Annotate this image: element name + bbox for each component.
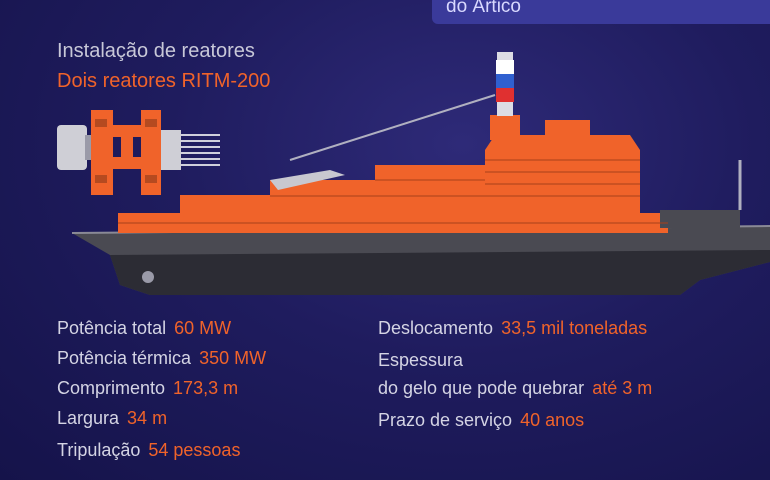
spec-value: 350 MW [199, 348, 267, 368]
header-text: do Ártico [446, 0, 521, 17]
spec-row: Potência térmica 350 MW [57, 348, 266, 369]
spec-label: Prazo de serviço [378, 410, 513, 430]
spec-value: 40 anos [520, 410, 585, 430]
spec-label: Deslocamento [378, 318, 494, 338]
spec-row: Comprimento 173,3 m [57, 378, 238, 399]
icebreaker-ship [71, 52, 770, 295]
spec-label: Tripulação [57, 440, 141, 460]
spec-row: Largura 34 m [57, 408, 167, 429]
spec-value: 54 pessoas [148, 440, 241, 460]
spec-label: Comprimento [57, 378, 166, 398]
spec-row: Potência total 60 MW [57, 318, 231, 339]
spec-row: Tripulação 54 pessoas [57, 440, 240, 461]
spec-row: Deslocamento 33,5 mil toneladas [378, 318, 647, 339]
spec-value: 34 m [127, 408, 168, 428]
spec-value: até 3 m [592, 378, 653, 398]
spec-label-ice-line1: Espessura [378, 350, 464, 370]
spec-label: Potência térmica [57, 348, 192, 368]
header-box: do Ártico [432, 0, 770, 24]
spec-label: Largura [57, 408, 120, 428]
spec-row: do gelo que pode quebrar até 3 m [378, 378, 652, 399]
spec-label: do gelo que pode quebrar [378, 378, 585, 398]
spec-label: Potência total [57, 318, 167, 338]
spec-row: Prazo de serviço 40 anos [378, 410, 584, 431]
spec-value: 60 MW [174, 318, 232, 338]
spec-value: 33,5 mil toneladas [501, 318, 648, 338]
spec-value: 173,3 m [173, 378, 239, 398]
